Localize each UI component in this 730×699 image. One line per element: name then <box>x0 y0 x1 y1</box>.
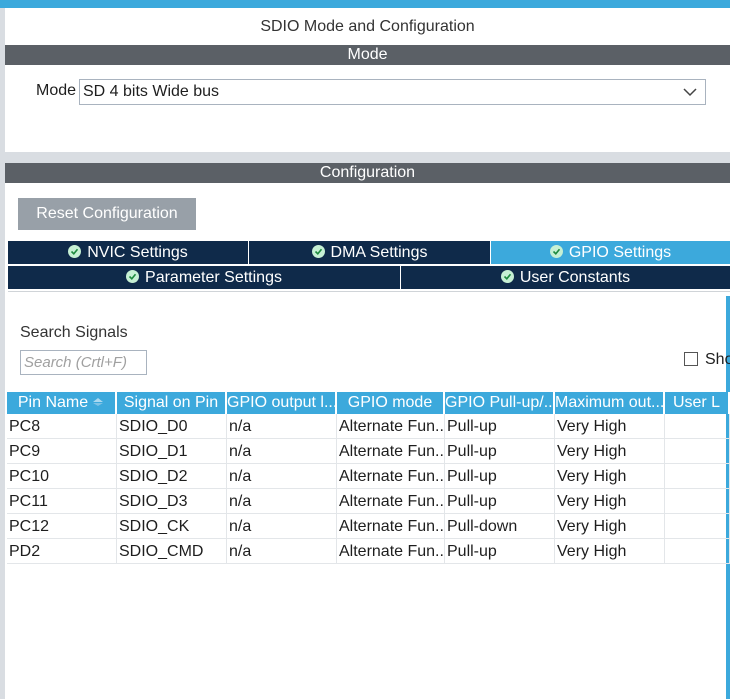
window-top-accent-bar <box>0 0 730 8</box>
tab-dma-settings[interactable]: DMA Settings <box>249 241 490 264</box>
max-speed-cell[interactable]: Very High <box>555 514 665 538</box>
user-label-cell[interactable] <box>665 514 730 538</box>
tab-gpio-settings[interactable]: GPIO Settings <box>491 241 730 264</box>
gpio-mode-cell[interactable]: Alternate Fun... <box>337 464 445 488</box>
signal-cell[interactable]: SDIO_CK <box>117 514 227 538</box>
output-level-cell[interactable]: n/a <box>227 414 337 438</box>
pull-cell[interactable]: Pull-up <box>445 464 555 488</box>
table-body: PC8 SDIO_D0 n/a Alternate Fun... Pull-up Very… <box>7 414 730 564</box>
signal-cell[interactable]: SDIO_CMD <box>117 539 227 563</box>
column-header-user-label[interactable]: User L <box>665 392 730 414</box>
pin-name-cell[interactable]: PC12 <box>7 514 117 538</box>
user-label-cell[interactable] <box>665 414 730 438</box>
left-edge-bar <box>0 8 5 699</box>
pull-cell[interactable]: Pull-up <box>445 539 555 563</box>
pin-name-cell[interactable]: PC8 <box>7 414 117 438</box>
tab-label: NVIC Settings <box>87 244 188 261</box>
max-speed-cell[interactable]: Very High <box>555 439 665 463</box>
user-label-cell[interactable] <box>665 439 730 463</box>
column-header-maximum-output-speed[interactable]: Maximum out... <box>555 392 665 414</box>
pin-name-cell[interactable]: PC11 <box>7 489 117 513</box>
mode-select[interactable]: SD 4 bits Wide bus <box>79 79 706 105</box>
column-header-gpio-mode[interactable]: GPIO mode <box>337 392 445 414</box>
max-speed-cell[interactable]: Very High <box>555 414 665 438</box>
pin-name-cell[interactable]: PC10 <box>7 464 117 488</box>
signal-cell[interactable]: SDIO_D3 <box>117 489 227 513</box>
check-circle-icon <box>311 245 325 258</box>
pull-cell[interactable]: Pull-up <box>445 414 555 438</box>
column-header-signal-on-pin[interactable]: Signal on Pin <box>117 392 227 414</box>
table-header-row: Pin Name Signal on Pin GPIO output l... … <box>7 392 730 414</box>
gpio-mode-cell[interactable]: Alternate Fun... <box>337 489 445 513</box>
pull-cell[interactable]: Pull-up <box>445 439 555 463</box>
user-label-cell[interactable] <box>665 464 730 488</box>
signal-cell[interactable]: SDIO_D0 <box>117 414 227 438</box>
tab-label: User Constants <box>519 269 631 286</box>
signal-cell[interactable]: SDIO_D1 <box>117 439 227 463</box>
check-circle-icon <box>126 270 140 283</box>
tab-label: GPIO Settings <box>568 244 672 261</box>
gpio-mode-cell[interactable]: Alternate Fun... <box>337 439 445 463</box>
output-level-cell[interactable]: n/a <box>227 489 337 513</box>
tab-nvic-settings[interactable]: NVIC Settings <box>8 241 248 264</box>
search-signals-input[interactable] <box>20 350 147 375</box>
tab-parameter-settings[interactable]: Parameter Settings <box>8 266 400 289</box>
tab-user-constants[interactable]: User Constants <box>401 266 730 289</box>
pull-cell[interactable]: Pull-down <box>445 514 555 538</box>
tab-label: Parameter Settings <box>145 269 282 286</box>
window-title: SDIO Mode and Configuration <box>260 18 475 35</box>
pin-name-cell[interactable]: PD2 <box>7 539 117 563</box>
output-level-cell[interactable]: n/a <box>227 464 337 488</box>
table-row[interactable]: PC12 SDIO_CK n/a Alternate Fun... Pull-down V… <box>7 514 730 539</box>
output-level-cell[interactable]: n/a <box>227 539 337 563</box>
table-row[interactable]: PC10 SDIO_D2 n/a Alternate Fun... Pull-up Ver… <box>7 464 730 489</box>
column-header-pin-name[interactable]: Pin Name <box>7 392 117 414</box>
mode-select-value: SD 4 bits Wide bus <box>83 83 220 100</box>
table-row[interactable]: PC8 SDIO_D0 n/a Alternate Fun... Pull-up Very… <box>7 414 730 439</box>
pull-cell[interactable]: Pull-up <box>445 489 555 513</box>
output-level-cell[interactable]: n/a <box>227 514 337 538</box>
show-checkbox-label: Sho <box>705 351 730 368</box>
tab-label: DMA Settings <box>330 244 428 261</box>
check-circle-icon <box>68 245 82 258</box>
max-speed-cell[interactable]: Very High <box>555 489 665 513</box>
chevron-down-icon <box>683 88 697 97</box>
sort-icon <box>93 398 104 406</box>
section-divider <box>5 152 730 163</box>
reset-configuration-button[interactable]: Reset Configuration <box>18 198 196 230</box>
gpio-mode-cell[interactable]: Alternate Fun... <box>337 514 445 538</box>
output-level-cell[interactable]: n/a <box>227 439 337 463</box>
max-speed-cell[interactable]: Very High <box>555 539 665 563</box>
gpio-mode-cell[interactable]: Alternate Fun... <box>337 414 445 438</box>
mode-section-header: Mode <box>5 45 730 65</box>
column-header-gpio-output-level[interactable]: GPIO output l... <box>227 392 337 414</box>
user-label-cell[interactable] <box>665 489 730 513</box>
configuration-section-header: Configuration <box>5 163 730 183</box>
signal-cell[interactable]: SDIO_D2 <box>117 464 227 488</box>
mode-label: Mode <box>36 82 77 99</box>
pin-name-cell[interactable]: PC9 <box>7 439 117 463</box>
max-speed-cell[interactable]: Very High <box>555 464 665 488</box>
show-checkbox[interactable] <box>684 352 698 366</box>
search-signals-label: Search Signals <box>20 324 128 341</box>
check-circle-icon <box>500 270 514 283</box>
table-row[interactable]: PC9 SDIO_D1 n/a Alternate Fun... Pull-up Very… <box>7 439 730 464</box>
user-label-cell[interactable] <box>665 539 730 563</box>
table-row[interactable]: PC11 SDIO_D3 n/a Alternate Fun... Pull-up Ver… <box>7 489 730 514</box>
gpio-mode-cell[interactable]: Alternate Fun... <box>337 539 445 563</box>
check-circle-icon <box>549 245 563 258</box>
gpio-table: Pin Name Signal on Pin GPIO output l... … <box>7 392 730 564</box>
column-header-gpio-pull[interactable]: GPIO Pull-up/... <box>445 392 555 414</box>
table-row[interactable]: PD2 SDIO_CMD n/a Alternate Fun... Pull-up Ver… <box>7 539 730 564</box>
